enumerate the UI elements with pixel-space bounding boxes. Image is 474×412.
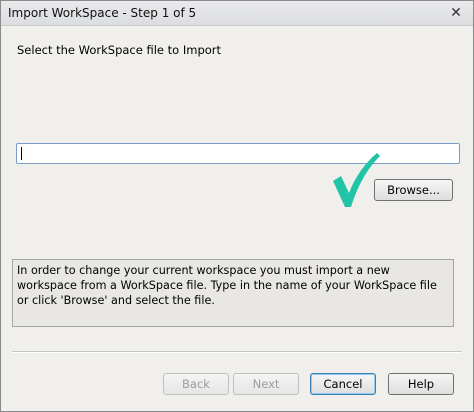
info-message-text: In order to change your current workspac… xyxy=(17,264,437,307)
close-icon[interactable]: ✕ xyxy=(447,4,465,22)
back-button[interactable]: Back xyxy=(163,373,229,395)
footer-separator xyxy=(12,351,462,353)
window-title: Import WorkSpace - Step 1 of 5 xyxy=(8,6,197,20)
cancel-button[interactable]: Cancel xyxy=(310,373,376,395)
instruction-text: Select the WorkSpace file to Import xyxy=(17,43,222,57)
import-workspace-dialog: Import WorkSpace - Step 1 of 5 ✕ Select … xyxy=(0,0,474,412)
help-button[interactable]: Help xyxy=(388,373,454,395)
info-message-box: In order to change your current workspac… xyxy=(12,259,454,327)
next-button[interactable]: Next xyxy=(233,373,299,395)
workspace-file-input[interactable] xyxy=(16,143,460,164)
text-caret xyxy=(21,147,22,160)
title-bar[interactable]: Import WorkSpace - Step 1 of 5 ✕ xyxy=(1,1,473,26)
browse-button[interactable]: Browse... xyxy=(374,179,453,201)
